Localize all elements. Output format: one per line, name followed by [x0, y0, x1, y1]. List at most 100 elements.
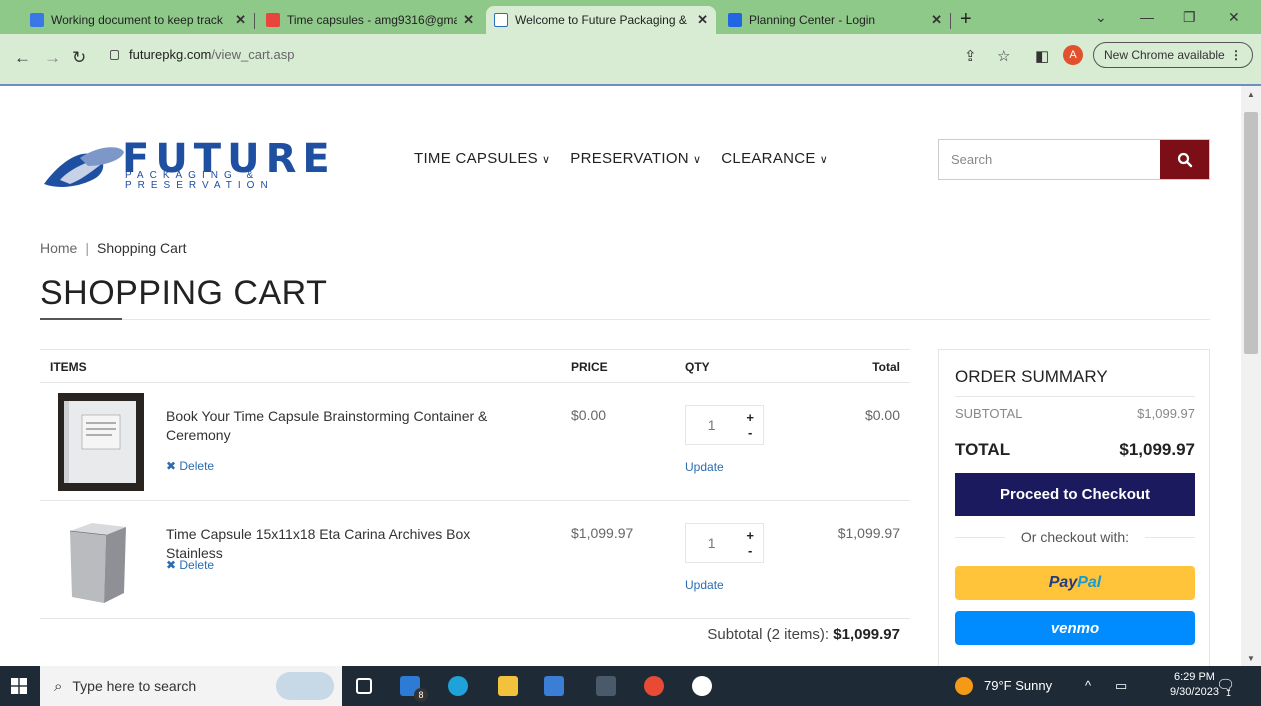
forward-button[interactable]: → — [44, 48, 61, 68]
address-bar[interactable]: futurepkg.com /view_cart.asp — [110, 40, 800, 68]
header-total: Total — [872, 360, 900, 374]
close-window-button[interactable]: ✕ — [1228, 9, 1240, 26]
menu-kebab-icon: ⋮ — [1230, 48, 1242, 62]
tray-expand-icon[interactable]: ^ — [1085, 678, 1091, 693]
app-icon[interactable] — [692, 676, 712, 696]
chevron-down-icon: ∨ — [819, 154, 829, 166]
calculator-icon[interactable] — [596, 676, 616, 696]
paypal-button[interactable]: Pay Pal — [955, 566, 1195, 600]
increment-button[interactable]: + — [746, 410, 754, 425]
back-button[interactable]: ← — [14, 48, 31, 68]
lock-icon — [110, 50, 119, 60]
summary-subtotal: SUBTOTAL $1,099.97 — [955, 406, 1195, 421]
close-icon: ✖ — [166, 558, 180, 572]
quantity-stepper: 1 + - — [685, 405, 764, 445]
line-total: $0.00 — [864, 407, 900, 423]
product-name[interactable]: Time Capsule 15x11x18 Eta Carina Archive… — [166, 525, 526, 563]
notification-count: 1 — [1226, 688, 1232, 698]
tab-working-document[interactable]: Working document to keep track ✕ — [22, 6, 254, 34]
battery-icon[interactable]: ▭ — [1115, 678, 1127, 694]
file-explorer-icon[interactable] — [498, 676, 518, 696]
task-view-icon[interactable] — [356, 678, 372, 694]
chevron-down-icon: ∨ — [692, 154, 702, 166]
browser-tab-strip: Working document to keep track ✕ Time ca… — [0, 0, 1261, 34]
edge-icon[interactable] — [448, 676, 468, 696]
page-content: FUTURE PACKAGING & PRESERVATION TIME CAP… — [0, 86, 1241, 666]
search-button[interactable] — [1160, 140, 1209, 179]
breadcrumb-current: Shopping Cart — [97, 240, 187, 256]
order-summary: ORDER SUMMARY SUBTOTAL $1,099.97 TOTAL $1,… — [938, 349, 1210, 666]
close-icon[interactable]: ✕ — [931, 12, 942, 28]
restore-button[interactable]: ❐ — [1183, 9, 1196, 26]
nav-clearance[interactable]: CLEARANCE ∨ — [721, 150, 828, 167]
weather-text[interactable]: 79°F Sunny — [984, 678, 1052, 693]
future-logo-icon — [494, 13, 508, 27]
tab-gmail[interactable]: Time capsules - amg9316@gmail ✕ — [258, 6, 482, 34]
page-scrollbar[interactable]: ▲ ▼ — [1241, 86, 1261, 666]
docs-icon — [30, 13, 44, 27]
tab-future-packaging[interactable]: Welcome to Future Packaging & ✕ — [486, 6, 716, 34]
taskbar-clock[interactable]: 6:29 PM 9/30/2023 — [1170, 670, 1219, 700]
infinity-swoosh-icon — [44, 147, 124, 187]
gmail-icon — [266, 13, 280, 27]
quantity-stepper: 1 + - — [685, 523, 764, 563]
close-icon[interactable]: ✕ — [463, 12, 474, 28]
nav-time-capsules[interactable]: TIME CAPSULES ∨ — [414, 150, 550, 167]
side-panel-icon[interactable]: ◧ — [1035, 47, 1049, 65]
venmo-button[interactable]: venmo — [955, 611, 1195, 645]
page-title: SHOPPING CART — [40, 274, 328, 312]
cart-subtotal: Subtotal (2 items): $1,099.97 — [707, 626, 900, 643]
taskbar-search[interactable]: ⌕ Type here to search — [40, 666, 342, 706]
product-price: $1,099.97 — [571, 525, 634, 541]
product-image-brainstorming[interactable] — [58, 393, 144, 491]
browser-toolbar: ← → ↻ futurepkg.com /view_cart.asp ⇪ ☆ ◧… — [0, 34, 1261, 86]
close-icon: ✖ — [166, 459, 180, 473]
tab-planning-center[interactable]: Planning Center - Login ✕ — [720, 6, 950, 34]
delete-link[interactable]: ✖ Delete — [166, 558, 214, 572]
proceed-to-checkout-button[interactable]: Proceed to Checkout — [955, 473, 1195, 516]
sun-weather-icon — [955, 677, 973, 695]
search-input[interactable] — [939, 140, 1160, 179]
product-image-archives-box[interactable] — [58, 511, 144, 609]
mail-badge: 8 — [414, 688, 428, 702]
url-domain: futurepkg.com — [129, 46, 212, 62]
update-link[interactable]: Update — [685, 578, 724, 592]
nav-preservation[interactable]: PRESERVATION ∨ — [570, 150, 701, 167]
reload-button[interactable]: ↻ — [72, 48, 86, 68]
header-qty: QTY — [685, 360, 710, 374]
windows-start-icon[interactable] — [11, 678, 27, 694]
main-navigation: TIME CAPSULES ∨ PRESERVATION ∨ CLEARANCE ∨ — [414, 150, 828, 167]
chrome-icon[interactable] — [644, 676, 664, 696]
close-icon[interactable]: ✕ — [235, 12, 246, 28]
search-highlight-image — [276, 672, 334, 700]
quantity-input[interactable]: 1 — [686, 406, 737, 444]
profile-avatar[interactable]: A — [1063, 45, 1083, 65]
update-link[interactable]: Update — [685, 460, 724, 474]
planning-center-icon — [728, 13, 742, 27]
quantity-input[interactable]: 1 — [686, 524, 737, 562]
breadcrumb: Home | Shopping Cart — [40, 240, 187, 256]
site-logo[interactable]: FUTURE PACKAGING & PRESERVATION — [40, 136, 330, 196]
product-name[interactable]: Book Your Time Capsule Brainstorming Con… — [166, 407, 526, 445]
bookmark-star-icon[interactable]: ☆ — [997, 47, 1010, 65]
divider — [40, 319, 1210, 320]
header-items: ITEMS — [50, 360, 87, 374]
delete-link[interactable]: ✖ Delete — [166, 459, 214, 473]
summary-title: ORDER SUMMARY — [955, 367, 1108, 386]
share-icon[interactable]: ⇪ — [964, 47, 977, 65]
chrome-update-button[interactable]: New Chrome available ⋮ — [1093, 42, 1253, 68]
increment-button[interactable]: + — [746, 528, 754, 543]
decrement-button[interactable]: - — [748, 543, 752, 558]
line-total: $1,099.97 — [837, 525, 900, 541]
breadcrumb-home[interactable]: Home — [40, 240, 77, 256]
cart-table-header: ITEMS PRICE QTY Total — [40, 349, 910, 383]
scrollbar-thumb[interactable] — [1244, 112, 1258, 354]
decrement-button[interactable]: - — [748, 425, 752, 440]
close-icon[interactable]: ✕ — [697, 12, 708, 28]
title-underline — [40, 318, 122, 320]
store-icon[interactable] — [544, 676, 564, 696]
minimize-button[interactable]: — — [1140, 9, 1154, 25]
new-tab-button[interactable]: + — [960, 8, 972, 31]
url-path: /view_cart.asp — [211, 46, 295, 62]
tab-search-chevron-icon[interactable]: ⌄ — [1095, 9, 1107, 26]
